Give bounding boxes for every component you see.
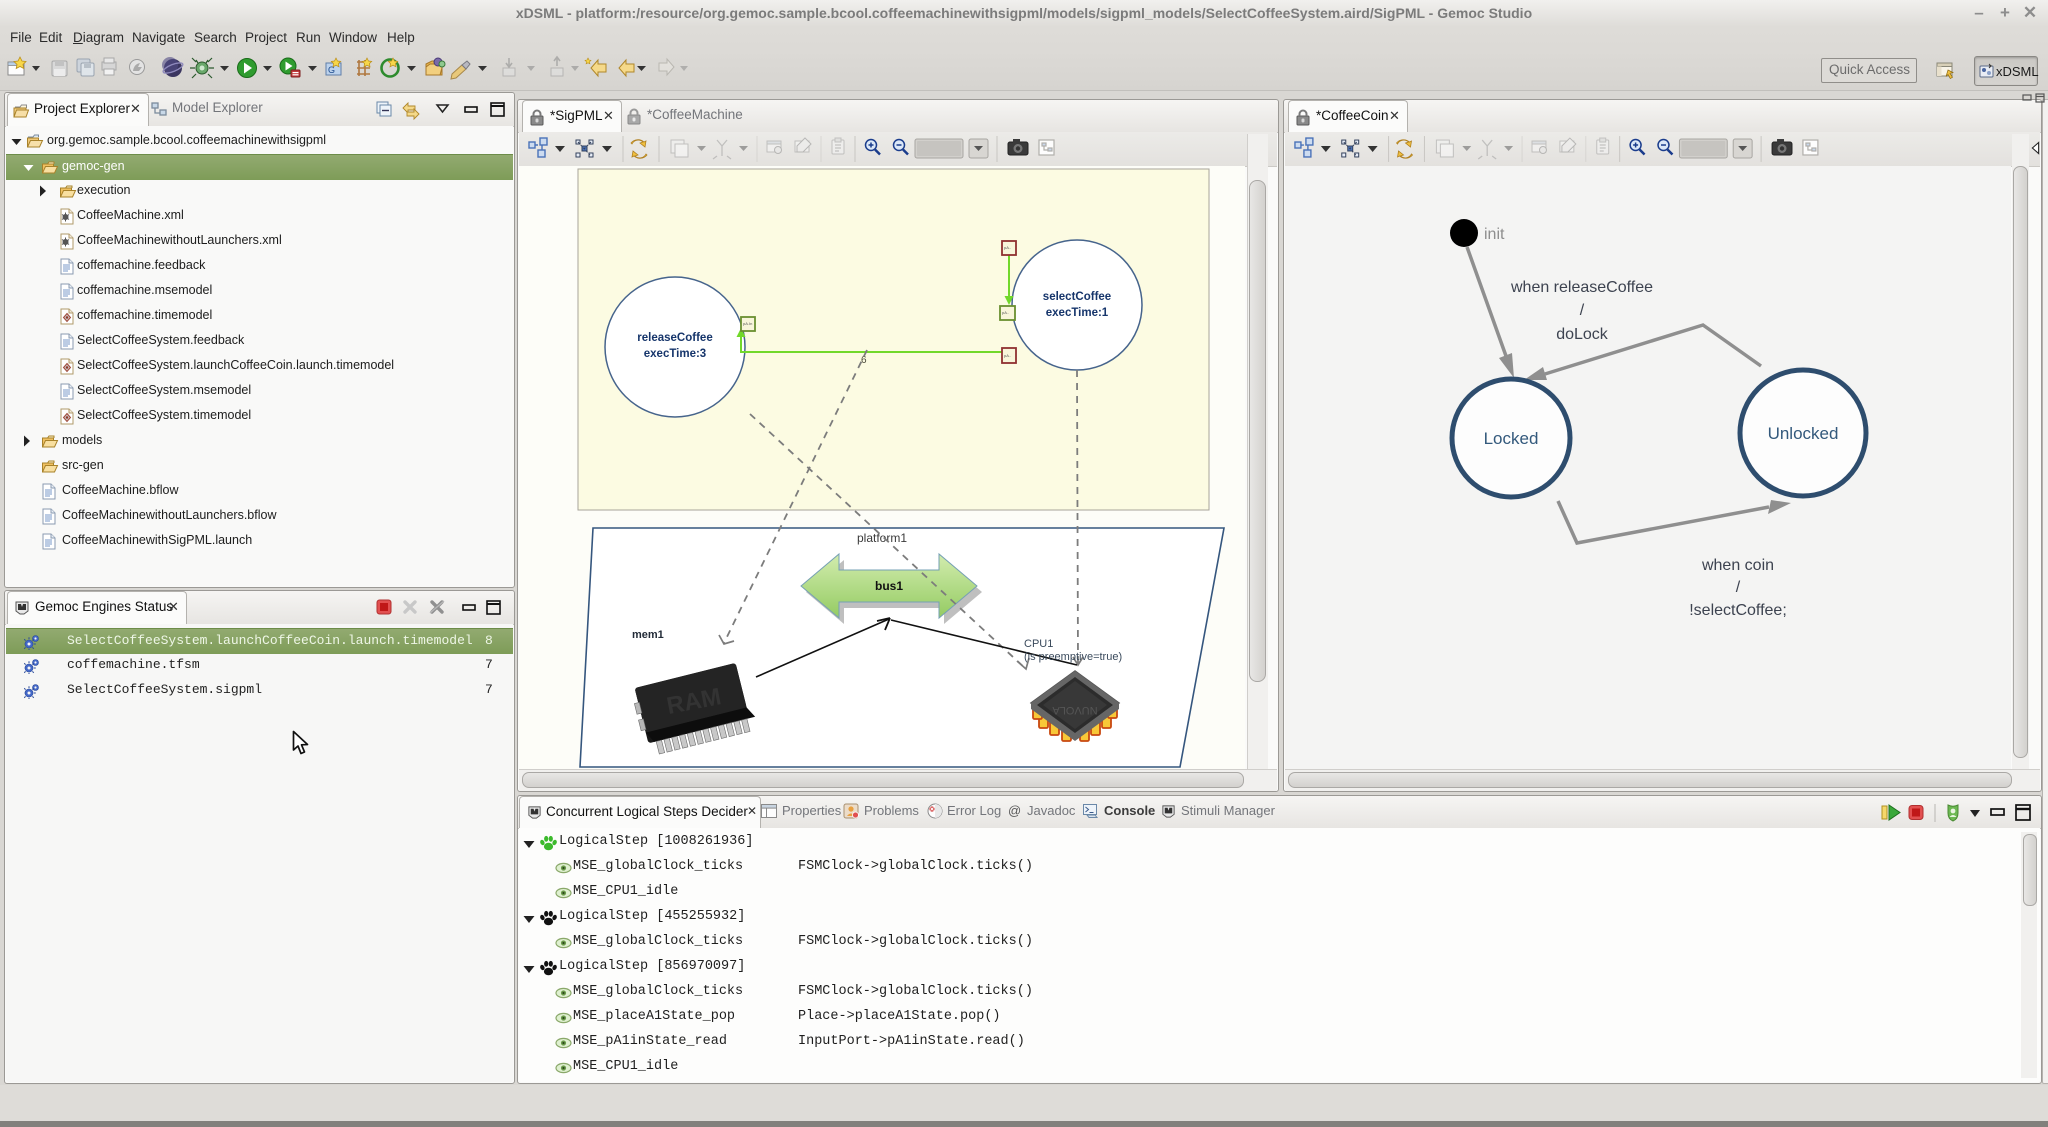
svg-text:selectCoffee: selectCoffee (1043, 291, 1111, 303)
svg-text:execTime:1: execTime:1 (1046, 307, 1109, 319)
svg-text:Unlocked: Unlocked (1768, 424, 1839, 443)
svg-text:CPU1: CPU1 (1024, 638, 1053, 650)
svg-text:platform1: platform1 (857, 531, 907, 545)
svg-text:!selectCoffee;: !selectCoffee; (1689, 602, 1787, 619)
svg-text:when coin: when coin (1701, 557, 1774, 574)
svg-text:Locked: Locked (1484, 429, 1539, 448)
svg-text:/: / (1580, 302, 1585, 319)
svg-text:/: / (1736, 579, 1741, 596)
svg-text:when releaseCoffee: when releaseCoffee (1510, 279, 1653, 296)
svg-text:execTime:3: execTime:3 (644, 348, 706, 360)
svg-text:mem1: mem1 (632, 629, 664, 641)
svg-text:pA..: pA.. (1004, 245, 1011, 250)
svg-text:pA..: pA.. (1004, 353, 1011, 358)
svg-text:releaseCoffee: releaseCoffee (637, 332, 712, 344)
svg-text:doLock: doLock (1556, 326, 1609, 343)
svg-text:NUVOLA: NUVOLA (1052, 704, 1098, 716)
svg-text:(is preemptive=true): (is preemptive=true) (1024, 651, 1122, 663)
svg-text:pA.In: pA.In (743, 321, 752, 326)
svg-text:bus1: bus1 (875, 579, 903, 593)
svg-text:6: 6 (861, 355, 867, 366)
svg-text:pA..: pA.. (1002, 310, 1009, 315)
svg-text:init: init (1484, 226, 1505, 243)
